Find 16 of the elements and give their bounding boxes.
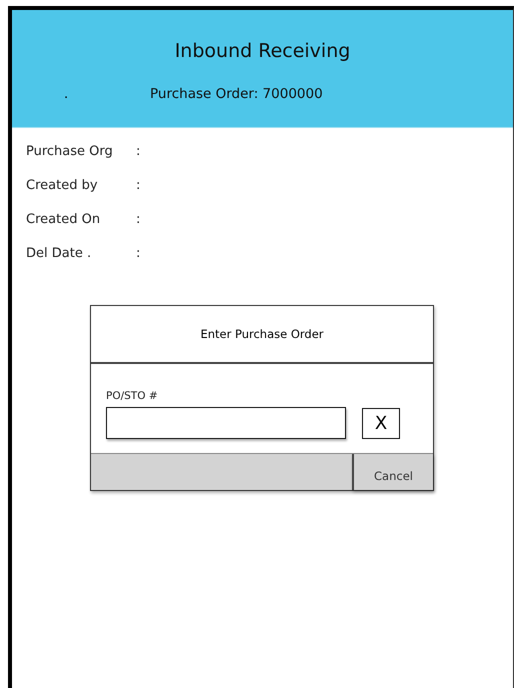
- dialog-title: Enter Purchase Order: [200, 327, 324, 341]
- cancel-button[interactable]: Cancel: [352, 454, 433, 490]
- field-colon: :: [136, 144, 140, 159]
- field-label: Created On: [26, 212, 100, 227]
- field-label: Purchase Org: [26, 144, 113, 159]
- dot-mark: .: [64, 87, 68, 102]
- po-input-field[interactable]: [106, 407, 346, 439]
- page-title: Inbound Receiving: [174, 40, 350, 62]
- field-colon: :: [136, 246, 140, 261]
- clear-button[interactable]: X: [362, 408, 400, 438]
- field-label: PO/STO #: [106, 390, 158, 402]
- field-label: Created by: [26, 178, 98, 193]
- purchase-order-number: Purchase Order: 7000000: [150, 86, 323, 102]
- field-label: Del Date .: [26, 246, 92, 261]
- field-colon: :: [136, 212, 140, 227]
- field-colon: :: [136, 178, 140, 193]
